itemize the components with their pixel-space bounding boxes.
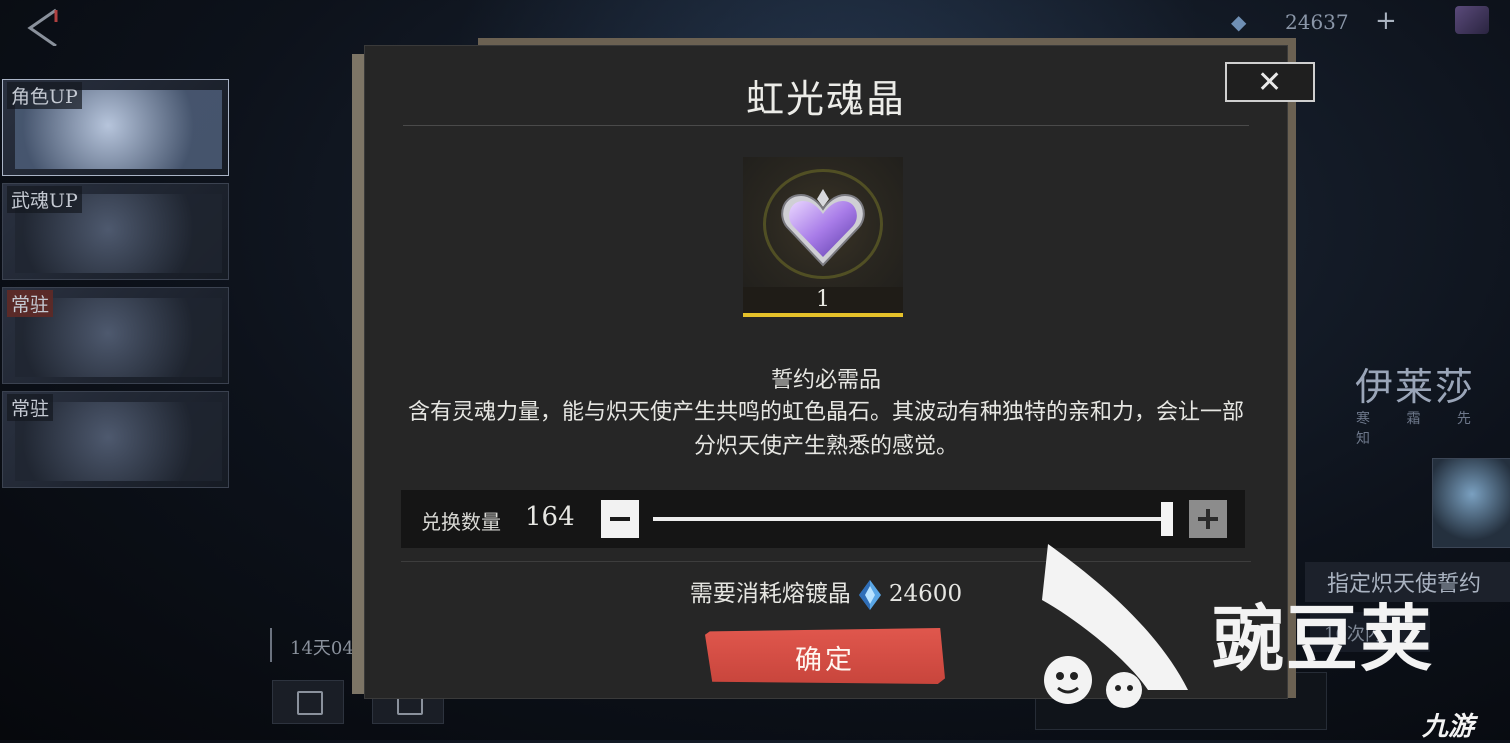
tab-label: 武魂UP bbox=[7, 186, 82, 213]
timer-text: 14天04 bbox=[290, 638, 354, 659]
close-icon: ✕ bbox=[1257, 65, 1283, 100]
currency-display: ◆ 24637 + bbox=[1225, 6, 1405, 38]
confirm-label: 确定 bbox=[795, 645, 855, 676]
crystal-icon bbox=[858, 580, 881, 610]
title-divider bbox=[403, 125, 1249, 126]
tab-weapon-up[interactable]: 武魂UP bbox=[2, 183, 229, 280]
watermark-corner: 九游 bbox=[1422, 712, 1475, 742]
item-quantity: 1 bbox=[816, 287, 830, 312]
watermark-logo bbox=[1042, 544, 1188, 708]
confirm-button[interactable]: 确定 bbox=[705, 628, 945, 684]
tab-standard-2[interactable]: 常驻 bbox=[2, 391, 229, 488]
item-description-heading: 誓约必需品 bbox=[770, 368, 881, 393]
tab-character-up[interactable]: 角色UP bbox=[2, 79, 229, 176]
exchange-quantity-value: 164 bbox=[525, 502, 575, 532]
exchange-quantity-label: 兑换数量 bbox=[421, 510, 501, 534]
cost-value: 24600 bbox=[888, 581, 963, 607]
item-description: 含有灵魂力量，能与炽天使产生共鸣的虹色晶石。其波动有种独特的亲和力，会让一部分炽… bbox=[407, 400, 1244, 459]
currency-add-button[interactable]: + bbox=[1375, 6, 1397, 36]
tab-label: 角色UP bbox=[7, 82, 82, 109]
quantity-slider[interactable] bbox=[653, 517, 1173, 521]
slider-handle[interactable] bbox=[1161, 502, 1173, 536]
character-portrait[interactable] bbox=[1432, 458, 1510, 548]
rarity-bar bbox=[743, 313, 903, 317]
tab-standard-1[interactable]: 常驻 bbox=[2, 287, 229, 384]
back-button[interactable] bbox=[22, 6, 62, 48]
tab-label: 常驻 bbox=[7, 394, 54, 421]
currency-amount: 24637 bbox=[1285, 10, 1349, 34]
cost-label: 需要消耗熔镀晶 bbox=[689, 581, 851, 607]
increase-button[interactable] bbox=[1189, 500, 1227, 538]
tab-label: 常驻 bbox=[7, 290, 54, 317]
close-button[interactable]: ✕ bbox=[1225, 62, 1315, 102]
watermark-text: 豌豆荚 bbox=[1212, 597, 1435, 681]
heart-crystal-icon bbox=[781, 189, 865, 267]
character-subtitle: 寒 霜 先 知 bbox=[1356, 411, 1487, 447]
dialog-title: 虹光魂晶 bbox=[745, 77, 906, 121]
character-name: 伊莱莎 bbox=[1355, 365, 1476, 409]
currency-gem-icon: ◆ bbox=[1231, 10, 1247, 34]
decrease-button[interactable] bbox=[601, 500, 639, 538]
minus-icon bbox=[610, 517, 630, 521]
shop-icon bbox=[297, 691, 323, 715]
shop-button[interactable] bbox=[272, 680, 344, 724]
profile-avatar[interactable] bbox=[1455, 6, 1489, 34]
item-card[interactable]: 1 bbox=[743, 157, 903, 317]
back-arrow-icon bbox=[27, 8, 58, 48]
